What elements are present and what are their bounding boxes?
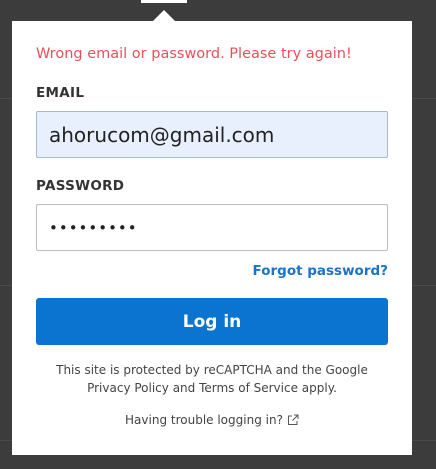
trouble-link-text: Having trouble logging in? bbox=[125, 413, 283, 427]
password-label: PASSWORD bbox=[36, 178, 125, 194]
recaptcha-notice: This site is protected by reCAPTCHA and … bbox=[56, 363, 368, 395]
forgot-password-link[interactable]: Forgot password? bbox=[253, 263, 388, 279]
external-link-icon bbox=[287, 414, 299, 429]
email-field[interactable] bbox=[36, 111, 388, 158]
dialog-pointer bbox=[153, 10, 175, 21]
trouble-logging-in-link[interactable]: Having trouble logging in? bbox=[125, 413, 299, 427]
login-button[interactable]: Log in bbox=[36, 298, 388, 345]
login-dialog: Wrong email or password. Please try agai… bbox=[12, 21, 412, 455]
email-label: EMAIL bbox=[36, 85, 85, 101]
header-indicator bbox=[141, 0, 187, 3]
error-message: Wrong email or password. Please try agai… bbox=[36, 46, 352, 62]
trouble-logging-in: Having trouble logging in? bbox=[36, 413, 388, 429]
password-field[interactable] bbox=[36, 204, 388, 251]
